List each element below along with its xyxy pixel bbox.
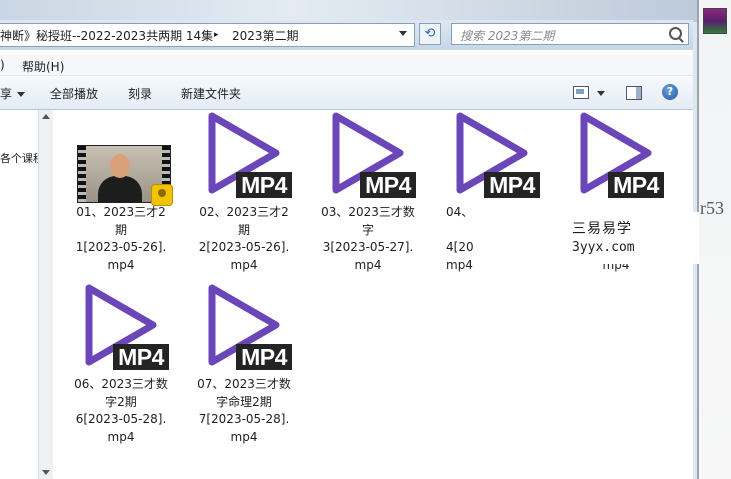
watermark-title: 三易易学 <box>572 221 632 237</box>
watermark-url: 3yyx.com <box>572 240 635 255</box>
search-input[interactable]: 搜索 2023第二期 <box>451 23 689 45</box>
address-bar[interactable]: 神断》秘授班--2022-2023共两期 14集 ▸ 2023第二期 <box>0 23 415 47</box>
breadcrumb-parent[interactable]: 神断》秘授班--2022-2023共两期 14集 <box>0 27 213 44</box>
help-icon[interactable]: ? <box>662 84 678 100</box>
menu-item-help[interactable]: 帮助(H) <box>22 58 64 75</box>
menu-bar: ) 帮助(H) <box>0 55 693 76</box>
chevron-down-icon <box>17 92 26 97</box>
mp4-badge: MP4 <box>113 344 169 370</box>
play-all-button[interactable]: 全部播放 <box>50 85 98 102</box>
address-dropdown-icon[interactable] <box>399 31 407 36</box>
file-item[interactable]: MP4 03、2023三才数 字 3[2023-05-27]. mp4 <box>308 108 428 278</box>
scroll-up-icon[interactable] <box>42 114 50 119</box>
file-name: 03、2023三才数 字 3[2023-05-27]. mp4 <box>321 205 415 272</box>
watermark: 三易易学 3yyx.com <box>474 212 699 264</box>
mp4-badge: MP4 <box>360 172 416 198</box>
view-dropdown-icon[interactable] <box>597 91 605 96</box>
breadcrumb-current[interactable]: 2023第二期 <box>232 27 299 44</box>
toolbar: 享 全部播放 刻录 新建文件夹 ? <box>0 77 693 110</box>
file-item[interactable]: MP4 02、2023三才2 期 2[2023-05-26]. mp4 <box>184 108 304 278</box>
background-text: r53 <box>700 198 724 218</box>
search-icon[interactable] <box>669 27 682 40</box>
breadcrumb-separator-icon[interactable]: ▸ <box>214 30 219 40</box>
nav-scrollbar[interactable] <box>38 110 53 479</box>
file-list: 01、2023三才2 期 1[2023-05-26]. mp4 MP4 02、2… <box>53 110 693 479</box>
file-item[interactable]: MP4 07、2023三才数 字命理2期 7[2023-05-28]. mp4 <box>184 280 304 450</box>
burn-button[interactable]: 刻录 <box>128 85 152 102</box>
mp4-badge: MP4 <box>236 344 292 370</box>
preview-pane-icon[interactable] <box>626 86 642 100</box>
share-button[interactable]: 享 <box>0 85 26 102</box>
file-item[interactable]: MP4 06、2023三才数 字2期 6[2023-05-28]. mp4 <box>61 280 181 450</box>
mp4-play-icon: MP4 <box>444 108 540 198</box>
scroll-down-icon[interactable] <box>42 470 50 475</box>
change-view-icon[interactable] <box>573 86 589 99</box>
refresh-button[interactable]: ⟲ <box>419 23 441 45</box>
media-player-icon <box>151 184 173 206</box>
search-placeholder: 搜索 2023第二期 <box>460 29 555 43</box>
file-name: 02、2023三才2 期 2[2023-05-26]. mp4 <box>198 205 290 272</box>
new-folder-button[interactable]: 新建文件夹 <box>181 85 241 102</box>
file-name: 07、2023三才数 字命理2期 7[2023-05-28]. mp4 <box>197 377 291 444</box>
mp4-badge: MP4 <box>236 172 292 198</box>
mp4-play-icon: MP4 <box>73 280 169 370</box>
menu-item-tools[interactable]: ) <box>0 58 5 72</box>
mp4-play-icon: MP4 <box>196 108 292 198</box>
mp4-badge: MP4 <box>484 172 540 198</box>
share-label: 享 <box>0 87 13 101</box>
winrar-icon[interactable] <box>703 8 727 34</box>
file-name: 01、2023三才2 期 1[2023-05-26]. mp4 <box>75 205 167 272</box>
file-name: 06、2023三才数 字2期 6[2023-05-28]. mp4 <box>74 377 168 444</box>
navigation-pane: 各个课程 <box>0 110 44 479</box>
address-bar-row: 神断》秘授班--2022-2023共两期 14集 ▸ 2023第二期 ⟲ 搜索 … <box>0 20 693 50</box>
mp4-badge: MP4 <box>608 172 664 198</box>
mp4-play-icon: MP4 <box>320 108 416 198</box>
mp4-play-icon: MP4 <box>196 280 292 370</box>
mp4-play-icon: MP4 <box>568 108 664 198</box>
background-window <box>697 0 731 479</box>
desktop-background-strip <box>0 0 731 22</box>
